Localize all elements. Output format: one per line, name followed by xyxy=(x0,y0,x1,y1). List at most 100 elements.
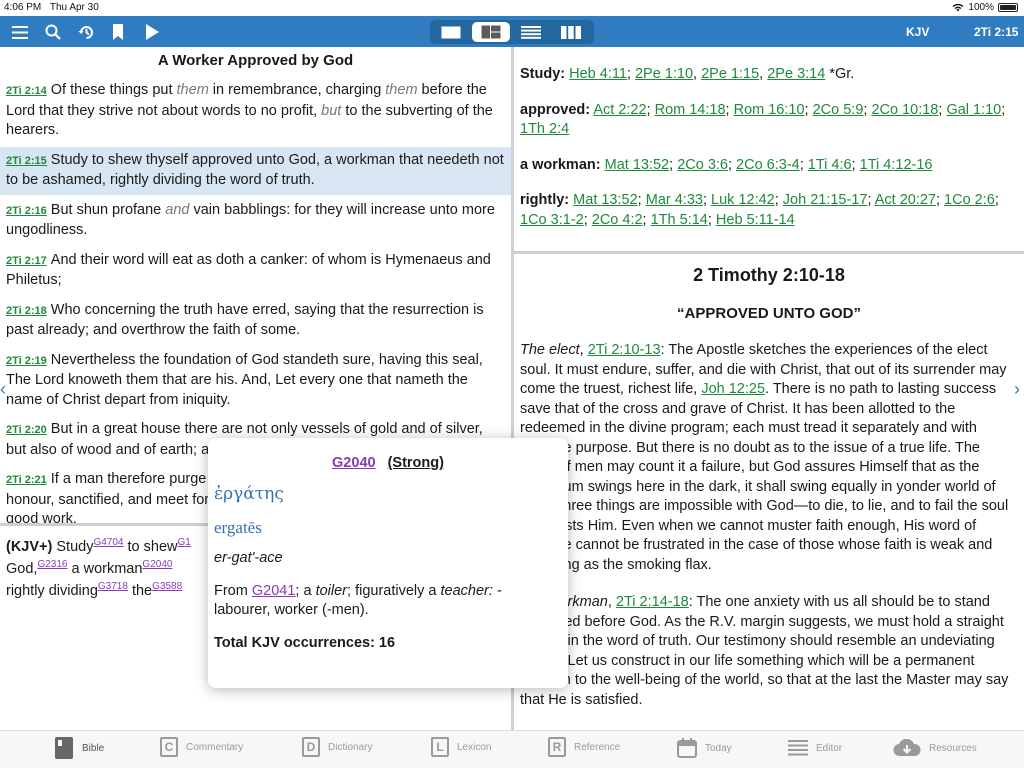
verse-18[interactable]: 2Ti 2:18 Who concerning the truth have er… xyxy=(0,297,511,345)
calendar-icon xyxy=(677,737,697,759)
wifi-icon xyxy=(953,3,964,12)
xref-link[interactable]: Gal 1:10 xyxy=(946,102,1001,118)
lexicon-source-link[interactable]: (Strong) xyxy=(388,455,444,471)
four-pane-icon xyxy=(481,25,501,39)
commentary-ref-link[interactable]: Joh 12:25 xyxy=(701,381,765,397)
verse-ref[interactable]: 2Ti 2:17 xyxy=(6,255,47,267)
verse-16[interactable]: 2Ti 2:16 But shun profane and vain babbli… xyxy=(0,197,511,245)
verse-ref[interactable]: 2Ti 2:14 xyxy=(6,85,47,97)
xref-link[interactable]: 2Co 4:2 xyxy=(592,212,643,228)
tab-dictionary[interactable]: D Dictionary xyxy=(302,737,372,757)
xref-row-study: Study: Heb 4:11; 2Pe 1:10, 2Pe 1:15, 2Pe… xyxy=(520,66,855,82)
strongs-number-link[interactable]: G2040 xyxy=(332,455,376,471)
root-strongs-link[interactable]: G2041 xyxy=(252,583,296,599)
verse-ref[interactable]: 2Ti 2:20 xyxy=(6,424,47,436)
status-time: 4:06 PM xyxy=(4,2,42,13)
strongs-popup[interactable]: G2040 (Strong) ἐργάτης ergatēs er-gat'-ac… xyxy=(208,438,568,688)
chevron-left-icon[interactable]: ‹ xyxy=(0,379,6,400)
bookmark-icon[interactable] xyxy=(106,20,130,44)
tab-resources[interactable]: Resources xyxy=(893,737,977,759)
cross-reference-pane[interactable]: Study: Heb 4:11; 2Pe 1:10, 2Pe 1:15, 2Pe… xyxy=(514,47,1024,251)
strongs-link[interactable]: G2040 xyxy=(142,559,172,570)
xref-link[interactable]: 2Co 3:6 xyxy=(677,157,728,173)
xref-link[interactable]: 2Pe 1:15 xyxy=(701,66,759,82)
strongs-link[interactable]: G1 xyxy=(178,537,191,548)
status-date: Thu Apr 30 xyxy=(49,2,99,13)
tab-bible[interactable]: Bible xyxy=(54,737,104,759)
xref-link[interactable]: Joh 21:15-17 xyxy=(783,192,868,208)
layout-segmented-control xyxy=(430,20,594,44)
verse-17[interactable]: 2Ti 2:17 And their word will eat as doth … xyxy=(0,247,511,295)
xref-link[interactable]: 2Co 5:9 xyxy=(813,102,864,118)
xref-link[interactable]: 2Co 10:18 xyxy=(871,102,938,118)
list-layout-button[interactable] xyxy=(512,22,550,42)
history-icon[interactable] xyxy=(74,20,98,44)
xref-link[interactable]: 2Co 6:3-4 xyxy=(736,157,800,173)
tab-commentary[interactable]: C Commentary xyxy=(160,737,243,757)
status-bar: 4:06 PM Thu Apr 30 100% xyxy=(0,0,1024,16)
commentary-paragraph: The workman, 2Ti 2:14-18: The one anxiet… xyxy=(520,594,1009,708)
verse-ref[interactable]: 2Ti 2:18 xyxy=(6,305,47,317)
xref-link[interactable]: Mat 13:52 xyxy=(605,157,670,173)
xref-link[interactable]: 2Pe 3:14 xyxy=(767,66,825,82)
columns-layout-button[interactable] xyxy=(552,22,590,42)
verse-ref[interactable]: 2Ti 2:15 xyxy=(6,155,47,167)
tab-reference[interactable]: R Reference xyxy=(548,737,620,757)
four-pane-layout-button[interactable] xyxy=(472,22,510,42)
reference-selector[interactable]: 2Ti 2:15 xyxy=(974,25,1018,39)
verse-ref[interactable]: 2Ti 2:16 xyxy=(6,205,47,217)
version-selector[interactable]: KJV xyxy=(906,25,929,39)
xref-link[interactable]: Heb 5:11-14 xyxy=(716,212,795,228)
play-icon[interactable] xyxy=(140,20,164,44)
xref-link[interactable]: 1Co 3:1-2 xyxy=(520,212,584,228)
single-pane-layout-button[interactable] xyxy=(432,22,470,42)
kjv-plus-label: (KJV+) xyxy=(6,539,53,555)
battery-icon xyxy=(998,3,1018,12)
tab-editor[interactable]: Editor xyxy=(788,737,842,759)
commentary-pane[interactable]: 2 Timothy 2:10-18 “APPROVED UNTO GOD” Th… xyxy=(514,254,1024,730)
xref-link[interactable]: 1Th 2:4 xyxy=(520,121,569,137)
chevron-right-icon[interactable]: › xyxy=(1014,379,1020,400)
xref-link[interactable]: Luk 12:42 xyxy=(711,192,775,208)
battery-percent: 100% xyxy=(968,2,994,13)
verse-14[interactable]: 2Ti 2:14 Of these things put them in reme… xyxy=(0,77,511,145)
definition: From G2041; a toiler; figuratively a tea… xyxy=(214,583,502,618)
xref-link[interactable]: Act 2:22 xyxy=(593,102,646,118)
cloud-download-icon xyxy=(893,737,921,759)
verse-15-selected[interactable]: 2Ti 2:15 Study to shew thyself approved u… xyxy=(0,146,511,195)
reference-icon: R xyxy=(548,737,566,757)
commentary-ref-link[interactable]: 2Ti 2:14-18 xyxy=(616,594,689,610)
single-pane-icon xyxy=(441,26,461,38)
editor-icon xyxy=(788,737,808,759)
tab-today[interactable]: Today xyxy=(677,737,732,759)
search-icon[interactable] xyxy=(41,20,65,44)
xref-link[interactable]: Rom 16:10 xyxy=(734,102,805,118)
strongs-link[interactable]: G4704 xyxy=(93,537,123,548)
xref-link[interactable]: Heb 4:11 xyxy=(569,66,627,82)
menu-icon[interactable] xyxy=(8,20,32,44)
xref-link[interactable]: Rom 14:18 xyxy=(655,102,726,118)
commentary-subtitle: “APPROVED UNTO GOD” xyxy=(677,304,861,322)
xref-link[interactable]: 1Ti 4:6 xyxy=(808,157,852,173)
xref-link[interactable]: 1Th 5:14 xyxy=(651,212,708,228)
xref-link[interactable]: Mat 13:52 xyxy=(573,192,638,208)
commentary-ref-link[interactable]: 2Ti 2:10-13 xyxy=(588,342,661,358)
strongs-link[interactable]: G2316 xyxy=(37,559,67,570)
strongs-link[interactable]: G3588 xyxy=(152,581,182,592)
commentary-paragraph: The elect, 2Ti 2:10-13: The Apostle sket… xyxy=(520,342,1009,573)
verse-ref[interactable]: 2Ti 2:19 xyxy=(6,355,47,367)
xref-link[interactable]: 2Pe 1:10 xyxy=(635,66,693,82)
tab-lexicon[interactable]: L Lexicon xyxy=(431,737,491,757)
xref-link[interactable]: 1Co 2:6 xyxy=(944,192,995,208)
xref-link[interactable]: 1Ti 4:12-16 xyxy=(860,157,933,173)
xref-row-workman: a workman: Mat 13:52; 2Co 3:6; 2Co 6:3-4… xyxy=(520,156,933,173)
verse-ref[interactable]: 2Ti 2:21 xyxy=(6,474,47,486)
lexicon-icon: L xyxy=(431,737,449,757)
strongs-link[interactable]: G3718 xyxy=(98,581,128,592)
xref-link[interactable]: Mar 4:33 xyxy=(646,192,703,208)
top-toolbar: KJV 2Ti 2:15 xyxy=(0,16,1024,47)
section-heading: A Worker Approved by God xyxy=(157,52,354,69)
verse-19[interactable]: 2Ti 2:19 Nevertheless the foundation of G… xyxy=(0,347,511,415)
transliteration: ergatēs xyxy=(214,518,262,537)
xref-link[interactable]: Act 20:27 xyxy=(875,192,936,208)
